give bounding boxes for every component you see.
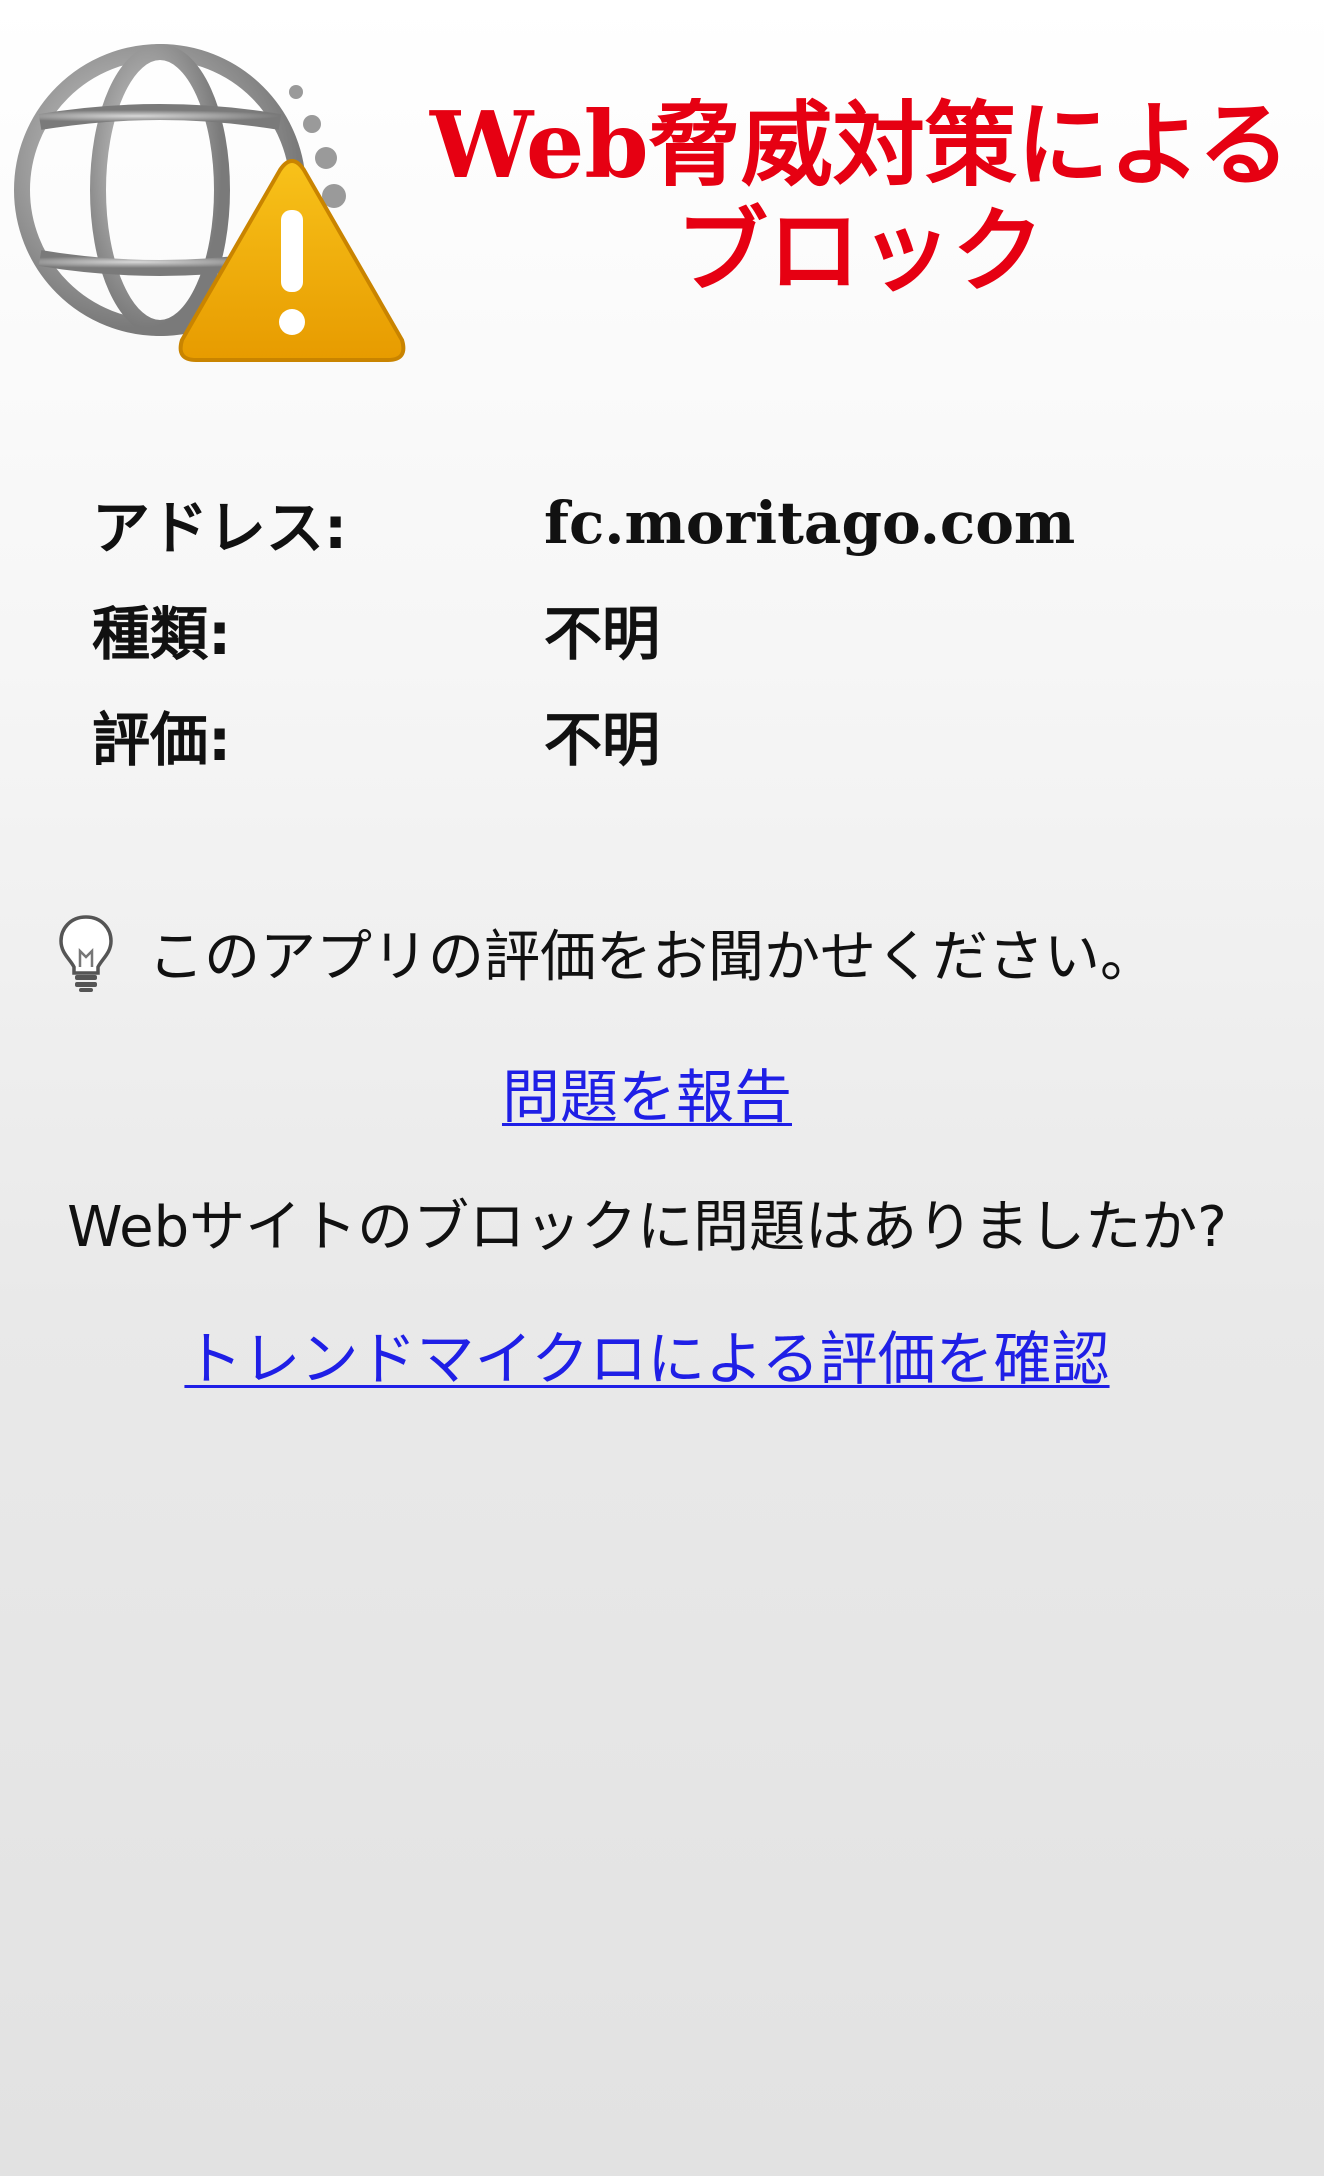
address-label: アドレス: (92, 494, 348, 562)
type-label: 種類: (92, 600, 232, 668)
page-title: Web脅威対策による ブロック (420, 92, 1300, 304)
address-value: fc.moritago.com (544, 489, 1076, 557)
title-line2: ブロック (675, 197, 1044, 305)
feedback-prompt[interactable]: このアプリの評価をお聞かせください。 (56, 912, 1156, 993)
rating-label: 評価: (92, 706, 232, 774)
report-problem-container: 問題を報告 (0, 1050, 1294, 1134)
block-question-text: Webサイトのブロックに問題はありましたか? (67, 1195, 1227, 1260)
rating-value: 不明 (544, 706, 661, 774)
info-table: アドレス: fc.moritago.com 種類: 不明 評価: 不明 (92, 470, 1075, 788)
info-row-type: 種類: 不明 (92, 576, 1075, 682)
check-rating-container: トレンドマイクロによる評価を確認 (0, 1312, 1294, 1396)
globe-warning-icon (14, 44, 406, 362)
header: Web脅威対策による ブロック (0, 0, 1324, 380)
title-line1: Web脅威対策による (430, 91, 1290, 199)
lightbulb-icon (59, 914, 113, 992)
check-trend-micro-rating-link[interactable]: トレンドマイクロによる評価を確認 (184, 1325, 1109, 1393)
info-row-address: アドレス: fc.moritago.com (92, 470, 1075, 576)
type-value: 不明 (544, 600, 661, 668)
info-row-rating: 評価: 不明 (92, 682, 1075, 788)
feedback-text[interactable]: このアプリの評価をお聞かせください。 (148, 912, 1156, 993)
report-problem-link[interactable]: 問題を報告 (502, 1063, 792, 1131)
